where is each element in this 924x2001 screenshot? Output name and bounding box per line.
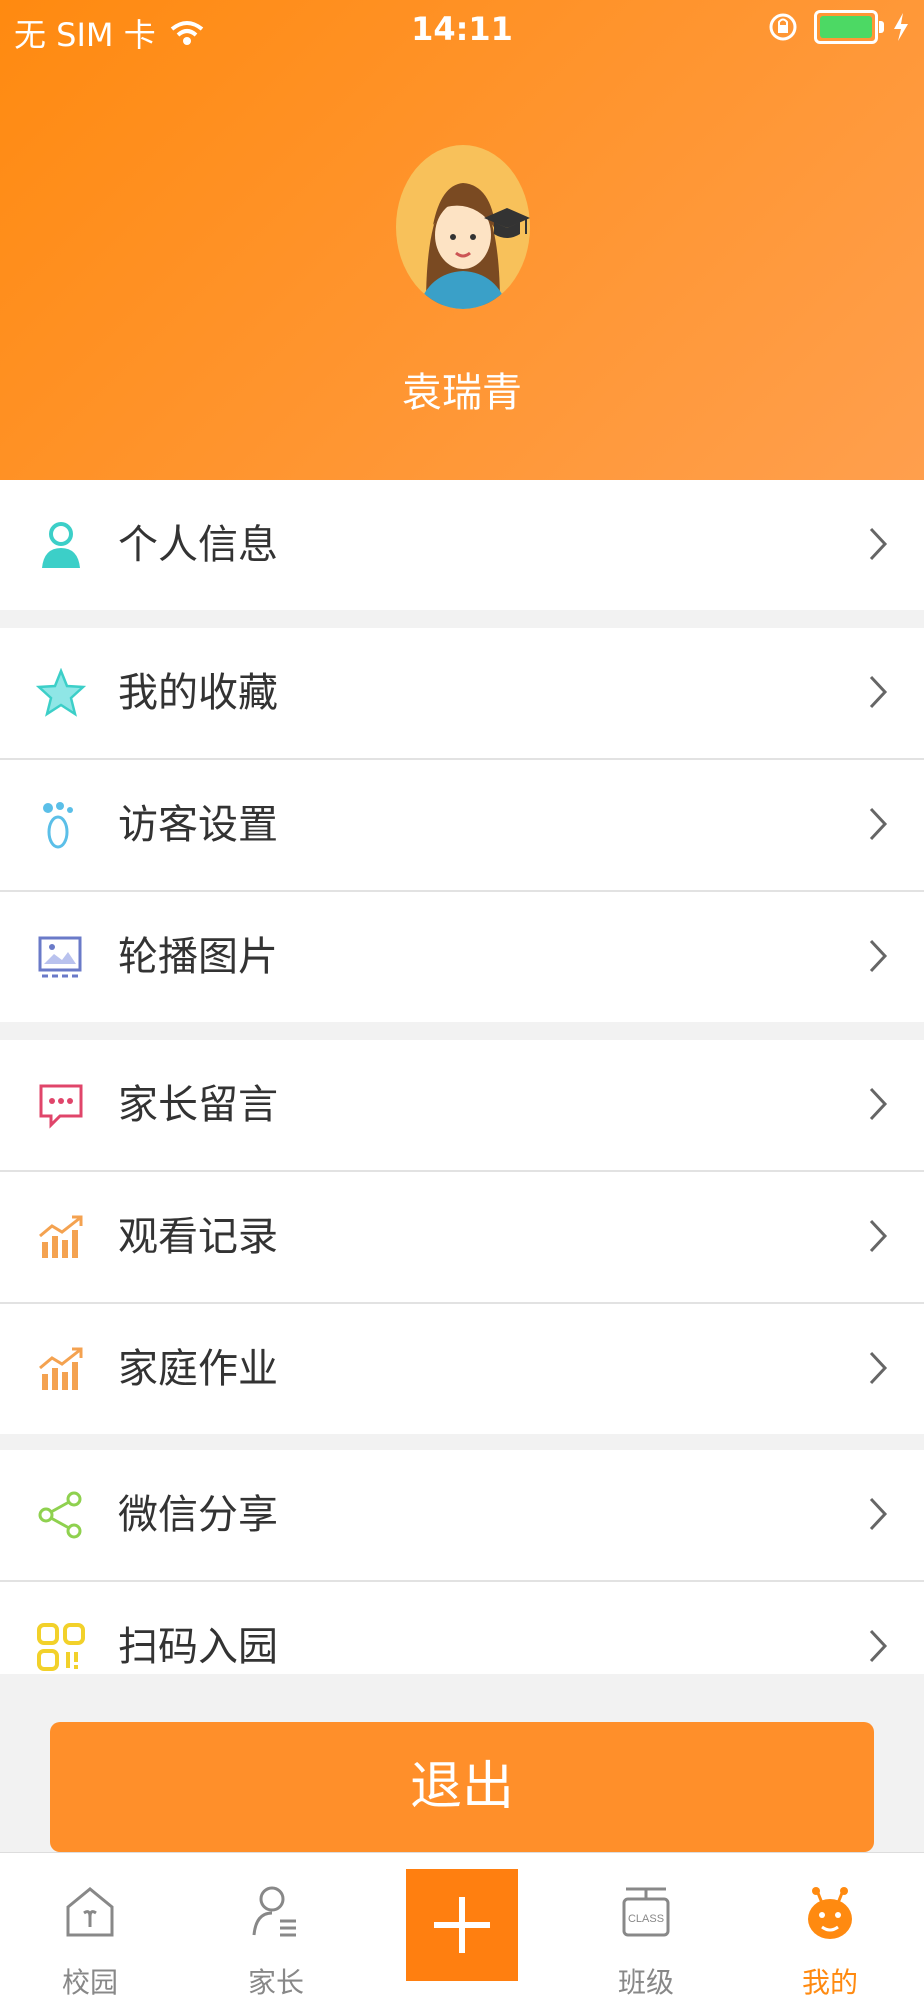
chevron-right-icon [869,527,888,561]
menu-item-favorites[interactable]: 我的收藏 [0,628,924,758]
menu-label: 我的收藏 [118,670,278,716]
status-bar: 无 SIM 卡 14:11 [0,0,924,60]
user-name: 袁瑞青 [402,370,522,416]
chevron-right-icon [869,1219,888,1253]
menu-item-watch-history[interactable]: 观看记录 [0,1172,924,1302]
chevron-right-icon [869,1497,888,1531]
menu-label: 家长留言 [118,1082,278,1128]
chevron-right-icon [869,939,888,973]
person-icon [42,522,80,568]
chevron-right-icon [869,1087,888,1121]
logout-button[interactable]: 退出 [50,1722,874,1852]
charging-bolt-icon [894,13,908,41]
battery-icon [814,10,884,44]
qr-icon [37,1623,85,1671]
menu-item-wechat-share[interactable]: 微信分享 [0,1450,924,1580]
menu-item-visitor-settings[interactable]: 访客设置 [0,760,924,890]
tab-label: 校园 [61,1966,118,1999]
tab-mine[interactable]: 我的 [770,1853,890,2001]
chevron-right-icon [869,1351,888,1385]
class-sign-text: CLASS [628,1913,664,1925]
menu-item-homework[interactable]: 家庭作业 [0,1304,924,1434]
menu-label: 微信分享 [118,1492,278,1538]
menu-label: 个人信息 [118,522,278,568]
parent-icon [252,1886,296,1937]
tab-class[interactable]: CLASS 班级 [586,1853,706,2001]
school-house-icon [66,1887,114,1937]
tab-label: 家长 [247,1966,304,1999]
menu-item-carousel-images[interactable]: 轮播图片 [0,892,924,1022]
tab-parents[interactable]: 家长 [216,1853,336,2001]
status-right [768,10,910,44]
tab-label: 班级 [617,1966,674,1999]
share-icon [38,1491,82,1539]
orientation-lock-icon [769,13,797,41]
menu-label: 轮播图片 [118,934,278,980]
chevron-right-icon [869,807,888,841]
profile-header: 无 SIM 卡 14:11 袁瑞青 [0,0,924,480]
graduation-cap-icon [484,208,530,238]
message-icon [39,1084,83,1129]
giraffe-face-icon [808,1887,852,1939]
menu-label: 扫码入园 [118,1624,278,1670]
menu-item-scan-to-enter[interactable]: 扫码入园 [0,1582,924,1674]
class-sign-icon: CLASS [622,1887,670,1937]
plus-icon [434,1897,490,1953]
menu-item-parent-messages[interactable]: 家长留言 [0,1040,924,1170]
chart-icon [39,1347,83,1390]
add-button[interactable] [406,1869,518,1981]
tab-campus[interactable]: 校园 [30,1853,150,2001]
footprint-icon [43,802,73,849]
menu-label: 家庭作业 [118,1346,278,1392]
menu-label: 观看记录 [118,1214,278,1260]
menu-item-personal-info[interactable]: 个人信息 [0,480,924,610]
tab-label: 我的 [801,1966,858,1999]
chevron-right-icon [869,675,888,709]
chevron-right-icon [869,1629,888,1663]
chart-icon [39,1215,83,1258]
tab-bar: 校园 家长 CLASS 班级 我的 [0,1852,924,2001]
menu-label: 访客设置 [118,802,278,848]
image-icon [38,936,82,978]
star-icon [36,668,86,717]
